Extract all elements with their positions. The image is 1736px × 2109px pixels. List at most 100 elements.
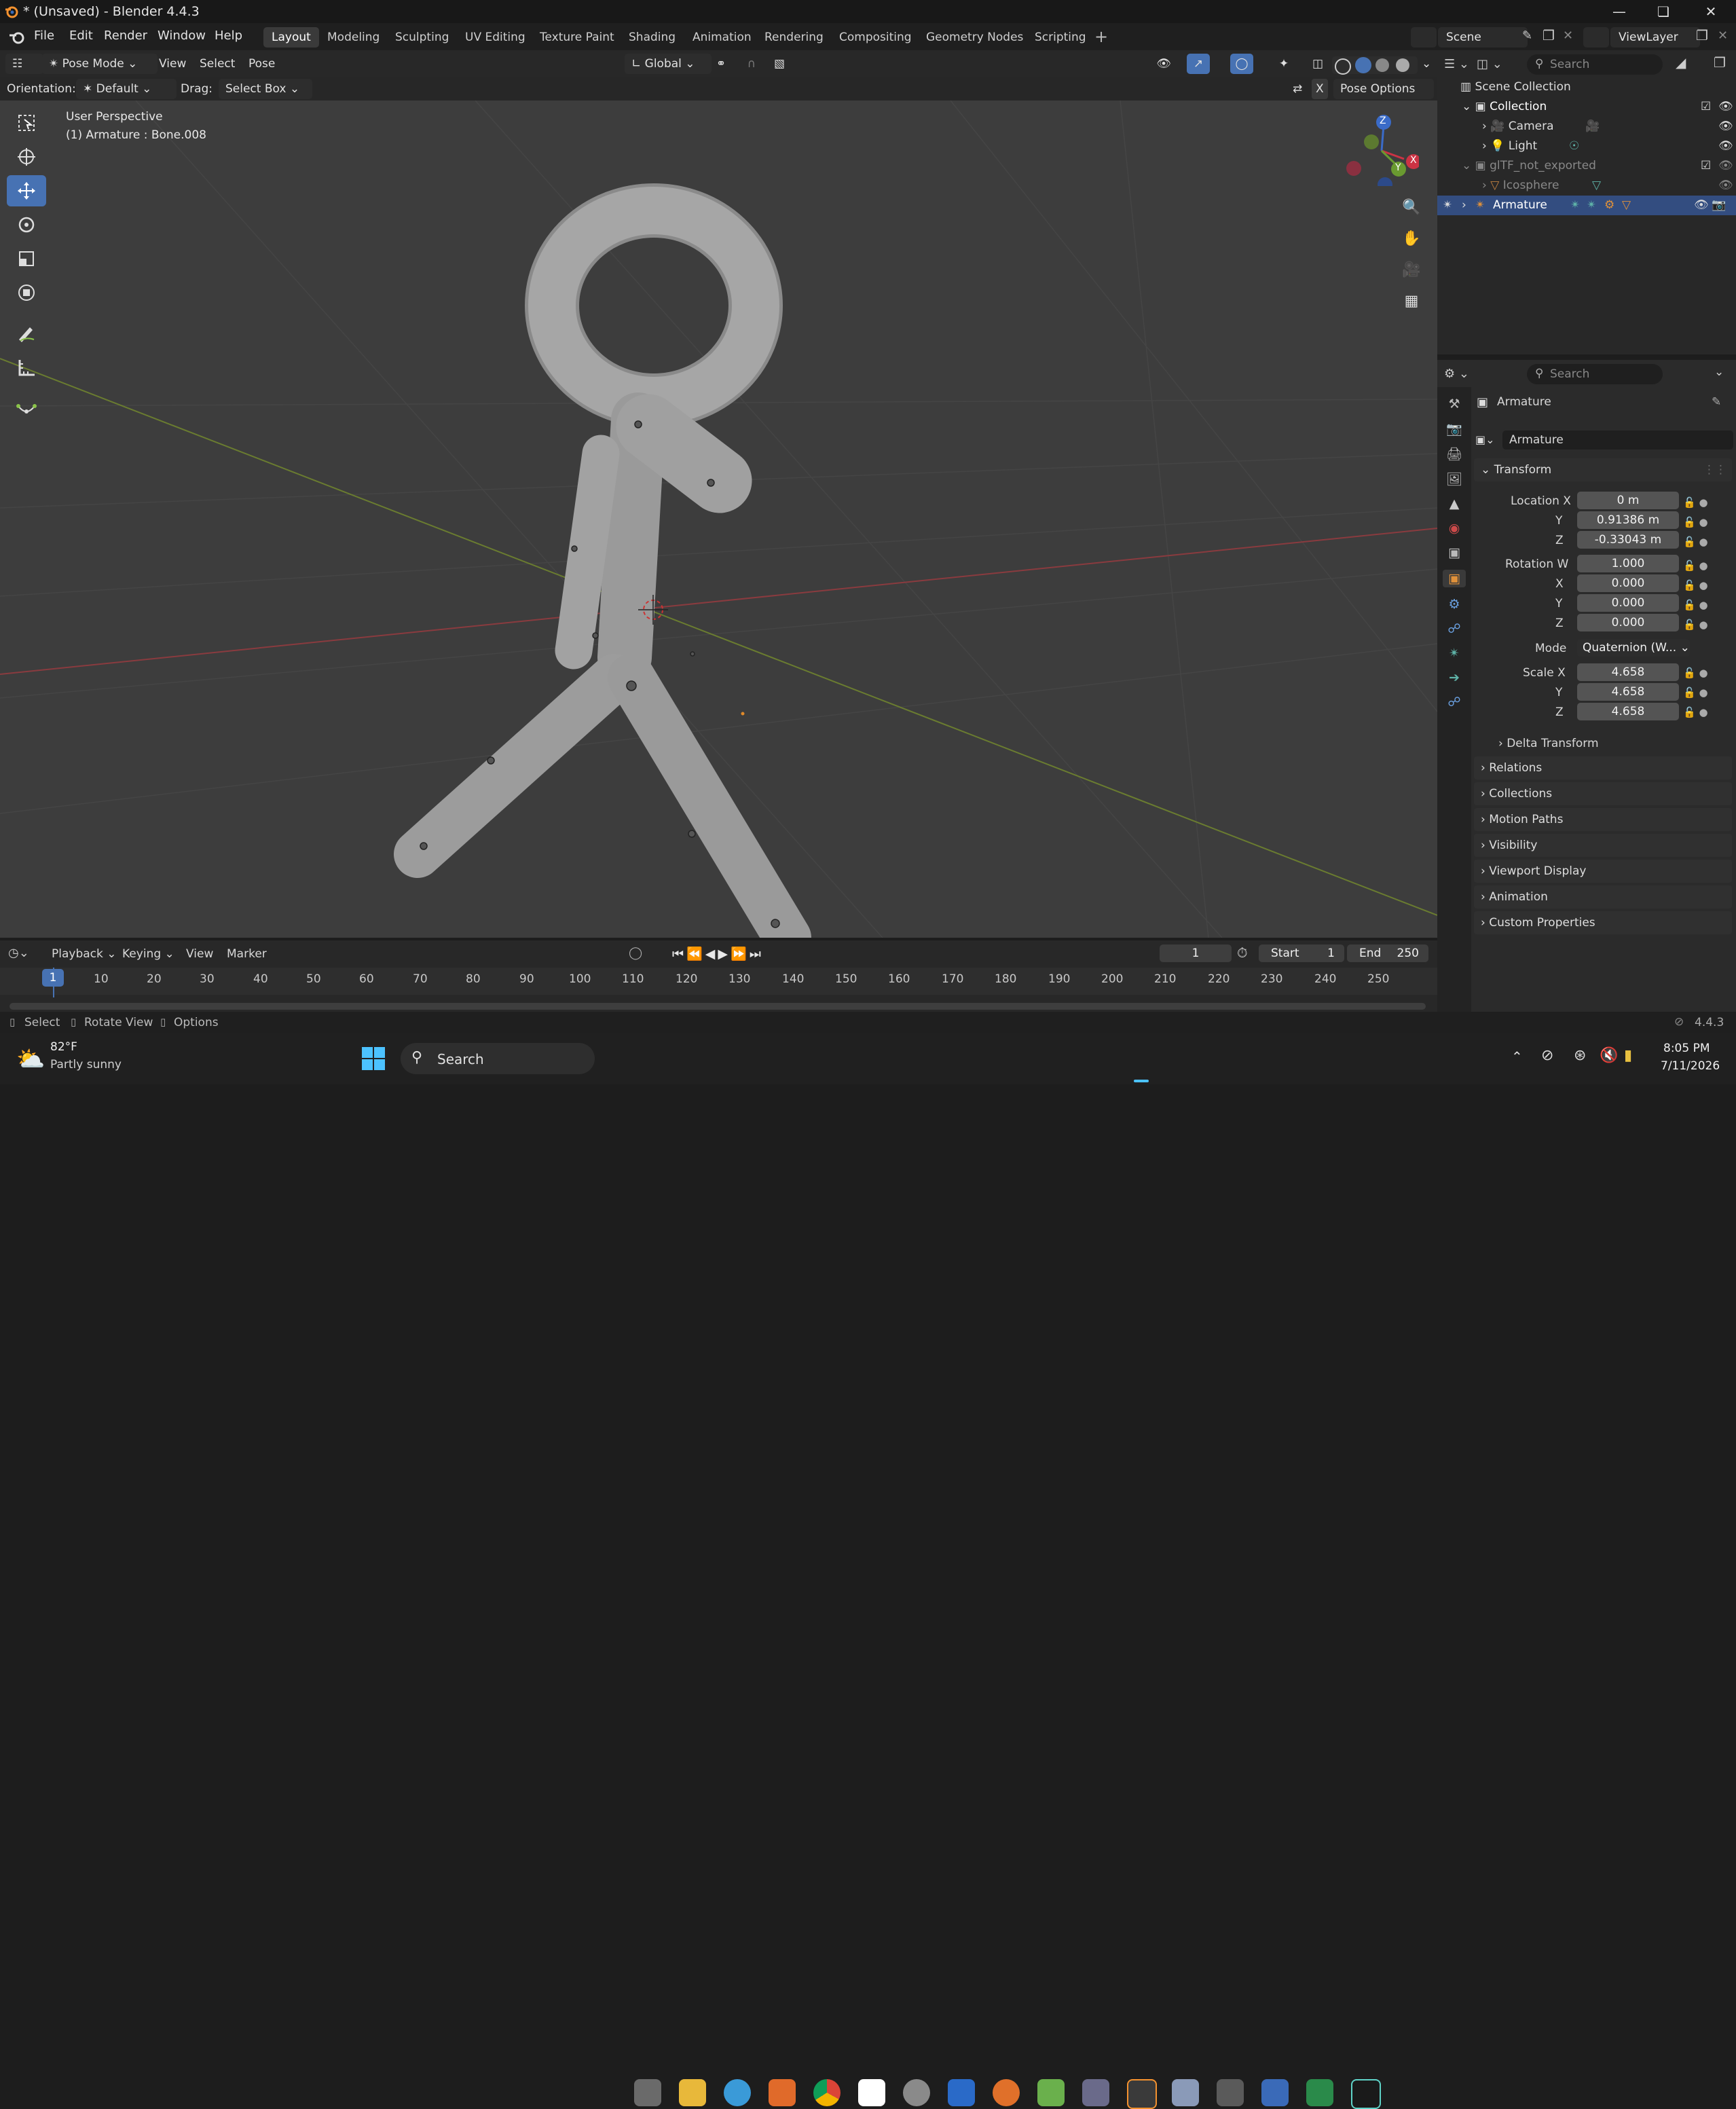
lock-location-y-icon[interactable]: 🔓 ● <box>1683 513 1731 532</box>
drag-dropdown[interactable]: Select Box ⌄ <box>219 79 312 99</box>
lock-location-z-icon[interactable]: 🔓 ● <box>1683 532 1731 552</box>
tray-notifications-off-icon[interactable]: ⊘ <box>1541 1047 1553 1064</box>
menu-window[interactable]: Window <box>158 29 206 43</box>
taskbar-search-box[interactable]: ⚲ Search <box>401 1043 595 1074</box>
clock-date[interactable]: 7/11/2026 <box>1661 1059 1720 1073</box>
tab-animation[interactable]: Animation <box>684 27 760 48</box>
zoom-icon[interactable]: 🔍 <box>1397 193 1426 221</box>
tab-modeling[interactable]: Modeling <box>319 27 388 48</box>
custom-properties-panel[interactable]: › Custom Properties <box>1474 911 1732 934</box>
playhead-frame-badge[interactable]: 1 <box>42 969 64 987</box>
props-search-box[interactable]: ⚲ Search <box>1527 364 1663 384</box>
delete-viewlayer-icon[interactable]: ✕ <box>1718 29 1728 43</box>
rotation-mode-dropdown[interactable]: Quaternion (W... ⌄ <box>1577 639 1690 657</box>
wireframe-shading-icon[interactable] <box>1335 58 1351 75</box>
jump-end-icon[interactable]: ⏭ <box>750 947 764 961</box>
panel-divider[interactable] <box>1437 354 1736 360</box>
lock-scale-z-icon[interactable]: 🔓 ● <box>1683 703 1731 722</box>
capcut-app-icon[interactable] <box>1351 2079 1381 2109</box>
viewport-menu-select[interactable]: Select <box>200 54 235 74</box>
collections-panel[interactable]: › Collections <box>1474 782 1732 805</box>
datablock-name-field[interactable]: Armature <box>1502 430 1733 450</box>
location-z-field[interactable]: -0.33043 m <box>1577 531 1679 549</box>
select-box-tool[interactable] <box>7 107 46 139</box>
volume-muted-icon[interactable]: 🔇 <box>1600 1047 1618 1064</box>
tab-rendering[interactable]: Rendering <box>756 27 832 48</box>
prev-keyframe-icon[interactable]: ⏪ <box>686 947 705 961</box>
cursor-tool[interactable] <box>7 141 46 172</box>
light-data-icon[interactable]: ☉ <box>1569 136 1579 156</box>
overlay-toggle-icon[interactable]: ◯ <box>1230 54 1253 74</box>
lock-location-x-icon[interactable]: 🔓 ● <box>1683 493 1731 513</box>
move-tool[interactable] <box>7 175 46 206</box>
props-options-icon[interactable]: ⌄ <box>1714 365 1724 379</box>
gltf-eye-icon[interactable]: 👁 <box>1718 156 1733 176</box>
delete-scene-icon[interactable]: ✕ <box>1563 29 1573 43</box>
tools-app-icon[interactable] <box>1082 2079 1109 2106</box>
stopwatch-icon[interactable]: ⏱ <box>1237 945 1248 961</box>
pose-icon[interactable]: ✴ <box>1587 196 1596 215</box>
task-view-icon[interactable] <box>634 2079 661 2106</box>
transform-orientation-dropdown[interactable]: ∟ Global ⌄ <box>625 54 712 74</box>
vpn-app-icon[interactable] <box>1217 2079 1244 2106</box>
solid-shading-icon[interactable] <box>1355 57 1371 73</box>
tab-layout[interactable]: Layout <box>263 27 319 48</box>
blender-taskbar-icon[interactable] <box>1127 2079 1157 2109</box>
camera-eye-icon[interactable]: 👁 <box>1718 117 1733 136</box>
outliner-row-gltf-not-exported[interactable]: ⌄ ▣ glTF_not_exported ☑ 👁 📷 <box>1462 156 1736 176</box>
tab-shading[interactable]: Shading <box>621 27 684 48</box>
lock-scale-y-icon[interactable]: 🔓 ● <box>1683 683 1731 703</box>
outliner-row-armature[interactable]: ✴ › ✴ Armature ✴ ✴ ⚙ ▽ 👁 📷 <box>1437 196 1736 215</box>
child-mesh-icon[interactable]: ▽ <box>1622 196 1631 215</box>
jump-start-icon[interactable]: ⏮ <box>672 947 686 961</box>
outliner-row-light[interactable]: › 💡 Light ☉ 👁 📷 <box>1482 136 1736 156</box>
settings-gear-icon[interactable] <box>903 2079 930 2106</box>
xray-toggle-icon[interactable]: ◫ <box>1306 54 1329 74</box>
datablock-browse-icon[interactable]: ▣⌄ <box>1475 430 1502 450</box>
scale-tool[interactable] <box>7 243 46 274</box>
collection-checkbox-icon[interactable]: ☑ <box>1701 97 1711 117</box>
visibility-panel[interactable]: › Visibility <box>1474 834 1732 857</box>
weather-desc[interactable]: Partly sunny <box>50 1058 122 1071</box>
outliner-row-icosphere[interactable]: › ▽ Icosphere ▽ 👁 📷 <box>1482 176 1736 196</box>
menu-render[interactable]: Render <box>104 29 147 43</box>
armature-eye-icon[interactable]: 👁 <box>1694 196 1709 215</box>
lock-rotation-y-icon[interactable]: 🔓 ● <box>1683 595 1731 615</box>
viewlayer-selector-icon[interactable] <box>1583 27 1609 48</box>
mirror-x-toggle[interactable]: X <box>1312 79 1328 99</box>
modifier-icon[interactable]: ⚙ <box>1604 196 1614 215</box>
rotation-w-field[interactable]: 1.000 <box>1577 555 1679 572</box>
game-app-icon[interactable] <box>1037 2079 1065 2106</box>
add-workspace-icon[interactable]: + <box>1094 27 1108 46</box>
cloud-app-icon[interactable] <box>1172 2079 1199 2106</box>
lock-rotation-w-icon[interactable]: 🔓 ● <box>1683 556 1731 576</box>
camera-view-icon[interactable]: 🎥 <box>1397 255 1426 284</box>
new-scene-icon[interactable]: ❐ <box>1543 27 1555 43</box>
drag-handle-icon[interactable]: ⋮⋮ <box>1703 458 1726 481</box>
snap-target-icon[interactable]: ▧ <box>764 54 794 74</box>
mesh-data-icon[interactable]: ▽ <box>1592 176 1601 196</box>
bone-overlay-icon[interactable]: ✦ <box>1272 54 1295 74</box>
constraint-tab-icon[interactable]: ☍ <box>1447 621 1460 636</box>
motion-paths-panel[interactable]: › Motion Paths <box>1474 808 1732 831</box>
media-player-icon[interactable] <box>769 2079 796 2106</box>
blender-menu-icon[interactable] <box>8 30 26 45</box>
current-frame-field[interactable]: 1 <box>1160 945 1232 962</box>
transform-tool[interactable] <box>7 277 46 308</box>
output-tab-icon[interactable]: 🖨 <box>1446 446 1462 462</box>
paint-app-icon[interactable] <box>724 2079 751 2106</box>
animation-panel[interactable]: › Animation <box>1474 885 1732 909</box>
lock-rotation-z-icon[interactable]: 🔓 ● <box>1683 615 1731 635</box>
timeline-menu-marker[interactable]: Marker <box>227 947 267 961</box>
annotate-tool[interactable] <box>7 318 46 349</box>
scale-x-field[interactable]: 4.658 <box>1577 663 1679 681</box>
tab-uv-editing[interactable]: UV Editing <box>457 27 534 48</box>
battery-icon[interactable]: ▮ <box>1624 1047 1632 1064</box>
gltf-checkbox-icon[interactable]: ☑ <box>1701 156 1711 176</box>
lock-scale-x-icon[interactable]: 🔓 ● <box>1683 663 1731 683</box>
new-collection-icon[interactable]: ❐ <box>1714 54 1726 71</box>
scale-y-field[interactable]: 4.658 <box>1577 683 1679 701</box>
pan-hand-icon[interactable]: ✋ <box>1397 224 1426 253</box>
rotate-tool[interactable] <box>7 209 46 240</box>
bone-constraint-tab-icon[interactable]: ☍ <box>1447 695 1460 710</box>
